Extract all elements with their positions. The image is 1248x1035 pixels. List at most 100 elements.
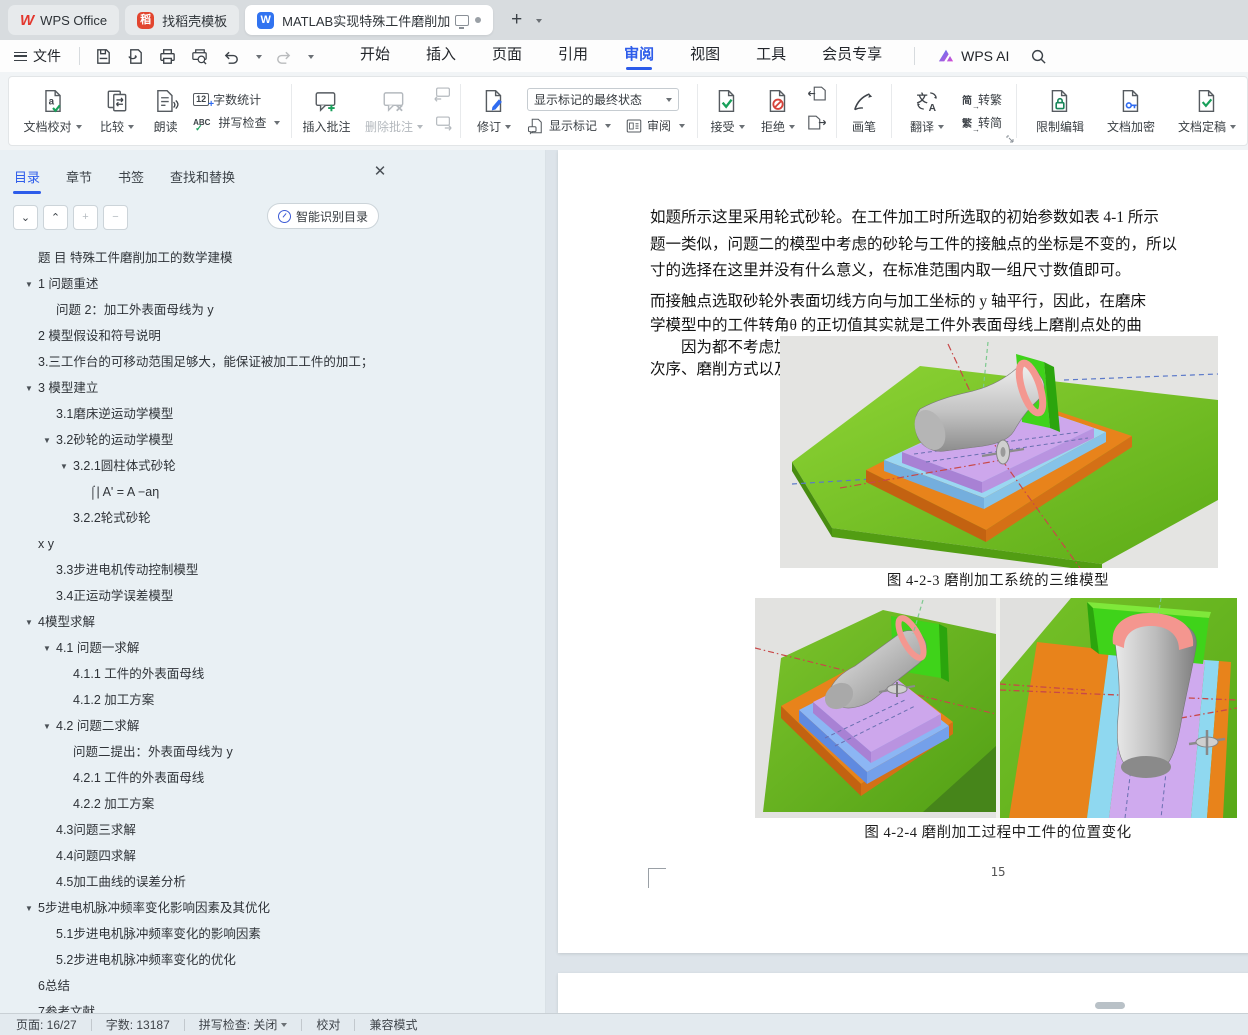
menu-tab[interactable]: 审阅 [620,40,658,72]
tab-wps-office[interactable]: W WPS Office [8,5,120,35]
delete-comment-button[interactable]: 删除批注 [361,86,427,137]
toc-item[interactable]: ▼4.4问题四求解 [0,843,400,869]
toc-item[interactable]: ▼ 5步进电机脉冲频率变化影响因素及其优化 [0,895,400,921]
toc-expand-triangle[interactable]: ▼ [25,272,38,297]
toc-item[interactable]: ▼ 3.2.1圆柱体式砂轮 [0,453,400,479]
sidebar-tab[interactable]: 章节 [65,163,93,190]
export-pdf-icon[interactable] [124,45,146,67]
document-page-16[interactable]: 如题所示这里采用轮式砂轮。在工件加工时所选取的初始参数如表 4-1 所示 题一类似… [558,150,1248,953]
toc-item[interactable]: ▼6总结 [0,973,400,999]
previous-comment-icon[interactable] [433,86,453,107]
compare-button[interactable]: 比较 [96,86,138,137]
save-icon[interactable] [92,45,114,67]
insert-comment-button[interactable]: 插入批注 [298,86,354,137]
close-sidebar-icon[interactable]: ✕ [370,162,390,182]
next-comment-icon[interactable] [433,115,453,136]
toc-item[interactable]: ▼ 1 问题重述 [0,271,400,297]
toc-item[interactable]: ▼3.三工作台的可移动范围足够大，能保证被加工工件的加工； [0,349,400,375]
expand-all-button[interactable]: ⌃ [43,204,68,230]
finalize-document-button[interactable]: 文档定稿 [1174,86,1240,137]
toc-item[interactable]: ▼3.1磨床逆运动学模型 [0,401,400,427]
reject-button[interactable]: 拒绝 [757,86,799,137]
word-count-button[interactable]: 12 字数统计 [193,91,280,110]
sidebar-tab[interactable]: 查找和替换 [169,163,236,190]
file-menu-button[interactable]: 文件 [0,46,73,66]
print-icon[interactable] [156,45,178,67]
toc-item[interactable]: ▼7参考文献 [0,999,400,1013]
toc-expand-triangle[interactable]: ▼ [43,714,56,739]
toc-item[interactable]: ▼3.4正运动学误差模型 [0,583,400,609]
tab-list-caret[interactable] [536,18,543,26]
print-preview-icon[interactable] [188,45,210,67]
redo-icon[interactable] [272,45,294,67]
tab-docer-template[interactable]: 稻 找稻壳模板 [125,5,240,35]
status-spell-check[interactable]: 拼写检查: 关闭 [199,1016,288,1033]
menu-tab[interactable]: 页面 [488,40,526,72]
pen-button[interactable]: 画笔 [847,86,881,137]
toc-item[interactable]: ▼问题二提出：外表面母线为 y [0,739,400,765]
toc-item[interactable]: ▼ 4模型求解 [0,609,400,635]
toc-item[interactable]: ▼4.1.2 加工方案 [0,687,400,713]
undo-caret[interactable] [256,54,262,62]
track-changes-button[interactable]: 修订 [473,86,515,137]
dialog-launcher-icon[interactable] [1006,135,1014,143]
sidebar-tab[interactable]: 目录 [13,163,42,194]
sidebar-tab[interactable]: 书签 [117,163,145,190]
toc-item[interactable]: ▼5.1步进电机脉冲频率变化的影响因素 [0,921,400,947]
traditional-to-simplified-button[interactable]: 繁 转简 [962,114,1002,134]
toc-expand-triangle[interactable]: ▼ [43,636,56,661]
quick-access-caret[interactable] [308,54,314,62]
simplified-to-traditional-button[interactable]: 简 转繁 [962,91,1002,111]
toc-item[interactable]: ▼ 4.1 问题一求解 [0,635,400,661]
toc-item[interactable]: ▼⌠| A' = A −aη [0,479,400,505]
smart-toc-button[interactable]: 智能识别目录 [266,203,379,229]
translate-button[interactable]: 文A 翻译 [906,86,948,137]
undo-icon[interactable] [220,45,242,67]
menu-tab[interactable]: 开始 [356,40,394,72]
toc-item[interactable]: ▼ 4.2 问题二求解 [0,713,400,739]
new-tab-button[interactable]: + [511,9,522,31]
menu-tab[interactable]: 工具 [752,40,790,72]
toc-item[interactable]: ▼4.2.2 加工方案 [0,791,400,817]
toc-expand-triangle[interactable]: ▼ [25,610,38,635]
toc-expand-triangle[interactable]: ▼ [60,454,73,479]
toc-item[interactable]: ▼4.5加工曲线的误差分析 [0,869,400,895]
toc-expand-triangle[interactable]: ▼ [43,428,56,453]
toc-item[interactable]: ▼5.2步进电机脉冲频率变化的优化 [0,947,400,973]
menu-tab[interactable]: 会员专享 [818,40,886,72]
review-pane-button[interactable]: 审阅 [625,117,686,135]
restrict-editing-button[interactable]: 限制编辑 [1032,86,1088,137]
zoom-out-toc-button[interactable]: − [103,204,128,230]
show-markup-button[interactable]: 显示标记 [527,117,611,135]
toc-item[interactable]: ▼2 模型假设和符号说明 [0,323,400,349]
menu-tab[interactable]: 视图 [686,40,724,72]
menu-tab[interactable]: 引用 [554,40,592,72]
collapse-all-button[interactable]: ⌄ [13,204,38,230]
toc-item[interactable]: ▼4.2.1 工件的外表面母线 [0,765,400,791]
toc-item[interactable]: ▼4.3问题三求解 [0,817,400,843]
horizontal-scrollbar-thumb[interactable] [1095,1002,1125,1009]
encrypt-document-button[interactable]: 文档加密 [1103,86,1159,137]
toc-item[interactable]: ▼3.3步进电机传动控制模型 [0,557,400,583]
zoom-in-toc-button[interactable]: + [73,204,98,230]
document-page-17[interactable] [558,973,1248,1013]
search-icon[interactable] [1027,45,1049,67]
previous-change-icon[interactable] [807,86,827,107]
status-page-indicator[interactable]: 页面: 16/27 [16,1016,77,1033]
toc-expand-triangle[interactable]: ▼ [25,376,38,401]
tab-document-active[interactable]: W MATLAB实现特殊工件磨削加 [245,5,494,35]
accept-button[interactable]: 接受 [706,86,748,137]
toc-item[interactable]: ▼题 目 特殊工件磨削加工的数学建模 [0,245,400,271]
toc-item[interactable]: ▼问题 2：加工外表面母线为 y [0,297,400,323]
status-proofread-button[interactable]: 校对 [316,1016,340,1033]
wps-ai-button[interactable]: WPS AI [937,48,1009,64]
toc-item[interactable]: ▼x y [0,531,400,557]
toc-expand-triangle[interactable]: ▼ [25,896,38,921]
doc-proofing-button[interactable]: a 文档校对 [20,86,86,137]
read-aloud-button[interactable]: 朗读 [149,86,183,137]
toc-item[interactable]: ▼4.1.1 工件的外表面母线 [0,661,400,687]
toc-item[interactable]: ▼ 3 模型建立 [0,375,400,401]
status-word-count[interactable]: 字数: 13187 [106,1016,170,1033]
toc-item[interactable]: ▼ 3.2砂轮的运动学模型 [0,427,400,453]
markup-state-dropdown[interactable]: 显示标记的最终状态 [526,87,679,111]
